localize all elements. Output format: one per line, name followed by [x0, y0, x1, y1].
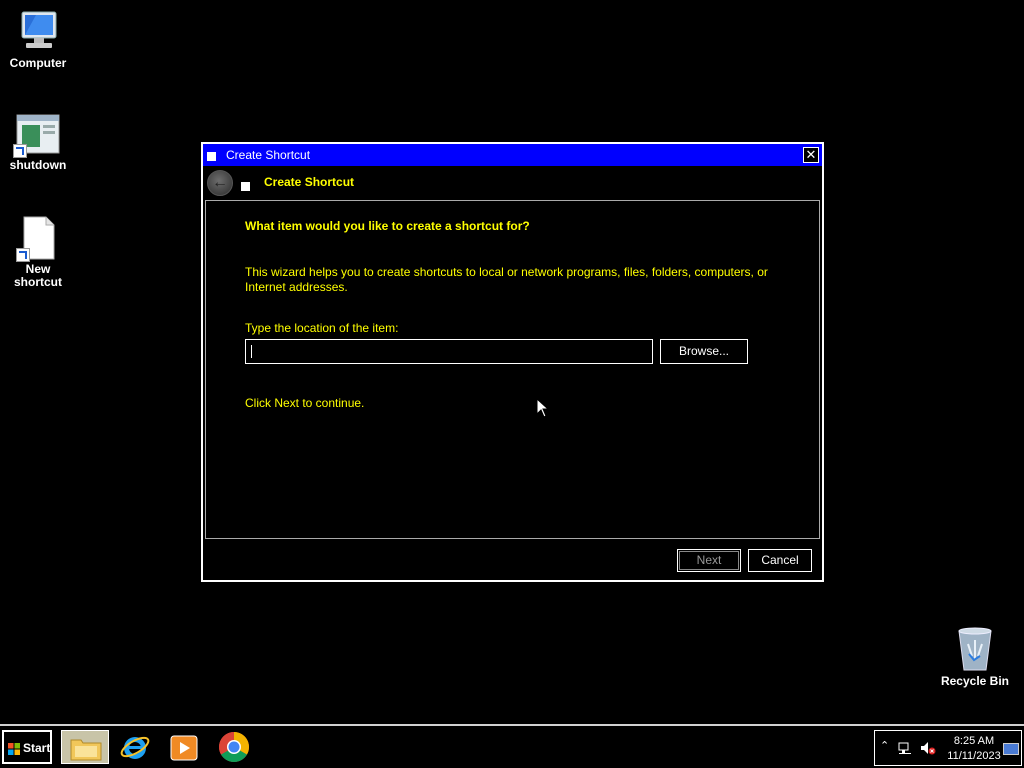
clock[interactable]: 8:25 AM 11/11/2023 — [941, 734, 1007, 764]
desktop-icon-label: New shortcut — [14, 262, 62, 289]
close-button[interactable]: ✕ — [803, 147, 819, 163]
recycle-bin-icon — [955, 626, 995, 672]
windows-logo-icon — [8, 742, 20, 755]
browse-button[interactable]: Browse... — [660, 339, 748, 364]
location-label: Type the location of the item: — [245, 321, 399, 335]
taskbar-chrome[interactable] — [210, 730, 258, 764]
shortcut-arrow-icon — [13, 144, 27, 158]
desktop-icon-new-shortcut[interactable]: New shortcut — [0, 216, 76, 289]
chevron-up-icon[interactable]: ⌃ — [880, 739, 889, 752]
wizard-content: What item would you like to create a sho… — [205, 200, 820, 539]
taskbar-file-explorer[interactable] — [61, 730, 109, 764]
desktop-icon-recycle-bin[interactable]: Recycle Bin — [937, 626, 1013, 688]
blank-file-shortcut-icon — [16, 216, 58, 262]
wizard-description: This wizard helps you to create shortcut… — [245, 265, 768, 294]
cancel-button[interactable]: Cancel — [748, 549, 812, 572]
continue-text: Click Next to continue. — [245, 396, 365, 410]
text-caret — [251, 345, 252, 358]
taskbar-media-player[interactable] — [160, 730, 208, 764]
desktop-icon-label: shutdown — [9, 158, 67, 172]
start-button[interactable]: Start — [2, 730, 52, 764]
taskbar-internet-explorer[interactable] — [111, 730, 159, 764]
next-button[interactable]: Next — [677, 549, 741, 572]
location-input[interactable] — [245, 339, 653, 364]
desktop-icon-label: Recycle Bin — [940, 674, 1010, 688]
clock-date: 11/11/2023 — [947, 750, 1001, 762]
clock-time: 8:25 AM — [953, 735, 995, 747]
desktop-icon-label: Computer — [9, 56, 67, 70]
shortcut-icon — [241, 182, 250, 191]
folder-icon — [70, 735, 102, 766]
window-title: Create Shortcut — [226, 148, 311, 162]
network-icon[interactable] — [898, 741, 912, 758]
wizard-question: What item would you like to create a sho… — [245, 219, 530, 233]
ie-icon — [119, 731, 151, 768]
start-label: Start — [23, 741, 51, 755]
create-shortcut-dialog: Create Shortcut ✕ ← Create Shortcut What… — [201, 142, 824, 582]
back-button[interactable]: ← — [207, 170, 233, 196]
shortcut-icon — [207, 152, 216, 161]
taskbar: Start ⌃ 8:25 AM 11/11/2023 — [0, 724, 1024, 768]
shortcut-arrow-icon — [16, 248, 30, 262]
computer-icon — [14, 10, 62, 54]
media-player-icon — [170, 735, 198, 766]
wizard-header: ← Create Shortcut — [203, 166, 822, 200]
show-desktop-icon[interactable] — [1003, 743, 1019, 755]
volume-muted-icon[interactable] — [920, 741, 936, 758]
close-icon: ✕ — [805, 147, 817, 162]
wizard-title: Create Shortcut — [264, 175, 355, 189]
desktop-icon-computer[interactable]: Computer — [0, 10, 76, 70]
title-bar[interactable]: Create Shortcut ✕ — [203, 144, 822, 166]
shutdown-shortcut-icon — [13, 114, 61, 158]
chrome-icon — [218, 731, 250, 768]
system-tray: ⌃ 8:25 AM 11/11/2023 — [874, 730, 1022, 766]
back-arrow-icon: ← — [212, 174, 228, 191]
desktop-icon-shutdown[interactable]: shutdown — [0, 114, 76, 172]
